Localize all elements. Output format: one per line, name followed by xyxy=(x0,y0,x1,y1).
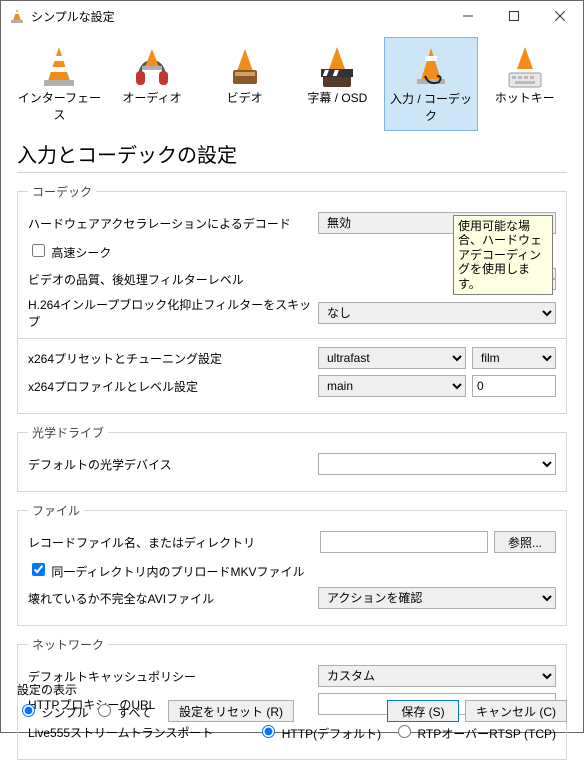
damaged-select[interactable]: アクションを確認 xyxy=(318,587,556,609)
film-icon xyxy=(198,41,291,89)
damaged-label: 壊れているか不完全なAVIファイル xyxy=(28,590,318,607)
tab-input-codec[interactable]: 入力 / コーデック xyxy=(384,37,479,131)
x264level-input[interactable] xyxy=(472,375,556,397)
minimize-button[interactable] xyxy=(445,1,491,31)
cone-icon xyxy=(13,41,106,89)
maximize-button[interactable] xyxy=(491,1,537,31)
tab-video[interactable]: ビデオ xyxy=(198,37,291,131)
all-radio[interactable]: すべて xyxy=(93,701,152,721)
headphones-icon xyxy=(106,41,199,89)
tooltip: 使用可能な場合、ハードウェアデコーディングを使用します。 xyxy=(453,215,553,295)
category-tabs: インターフェース オーディオ ビデオ 字幕 / OSD 入力 / コーデック ホ… xyxy=(13,37,571,131)
x264preset-select[interactable]: ultrafast xyxy=(318,347,466,369)
file-legend: ファイル xyxy=(28,502,84,519)
preload-checkbox[interactable]: 同一ディレクトリ内のプリロードMKVファイル xyxy=(28,560,305,580)
tab-interface[interactable]: インターフェース xyxy=(13,37,106,131)
tab-subtitle[interactable]: 字幕 / OSD xyxy=(291,37,384,131)
codec-legend: コーデック xyxy=(28,183,96,200)
tab-audio[interactable]: オーディオ xyxy=(106,37,199,131)
cache-select[interactable]: カスタム xyxy=(318,665,556,687)
simple-radio[interactable]: シンプル xyxy=(17,701,89,721)
x264profile-label: x264プロファイルとレベル設定 xyxy=(28,378,318,395)
save-button[interactable]: 保存 (S) xyxy=(387,700,459,722)
display-label: 設定の表示 xyxy=(17,681,77,698)
window-title: シンプルな設定 xyxy=(31,8,445,25)
h264-select[interactable]: なし xyxy=(318,302,556,324)
optical-group: 光学ドライブ デフォルトの光学デバイス xyxy=(17,424,567,492)
divider xyxy=(17,172,567,173)
h264-label: H.264インループブロック化抑止フィルターをスキップ xyxy=(28,296,318,330)
close-button[interactable] xyxy=(537,1,583,31)
optical-label: デフォルトの光学デバイス xyxy=(28,456,318,473)
clapper-icon xyxy=(291,41,384,89)
browse-button[interactable]: 参照... xyxy=(494,531,556,553)
cancel-button[interactable]: キャンセル (C) xyxy=(465,700,567,722)
app-icon xyxy=(9,8,25,24)
reset-button[interactable]: 設定をリセット (R) xyxy=(168,700,294,722)
hwdecode-label: ハードウェアアクセラレーションによるデコード xyxy=(28,215,318,232)
title-bar: シンプルな設定 xyxy=(1,1,583,31)
network-legend: ネットワーク xyxy=(28,636,108,653)
optical-legend: 光学ドライブ xyxy=(28,424,108,441)
record-label: レコードファイル名、またはディレクトリ xyxy=(28,534,320,551)
optical-select[interactable] xyxy=(318,453,556,475)
file-group: ファイル レコードファイル名、またはディレクトリ 参照... 同一ディレクトリ内… xyxy=(17,502,567,626)
quality-label: ビデオの品質、後処理フィルターレベル xyxy=(28,271,492,288)
tab-hotkey[interactable]: ホットキー xyxy=(478,37,571,131)
divider xyxy=(18,338,566,339)
page-title: 入力とコーデックの設定 xyxy=(17,139,567,168)
x264preset-label: x264プリセットとチューニング設定 xyxy=(28,350,318,367)
cone-gears-icon xyxy=(385,42,478,90)
keyboard-icon xyxy=(478,41,571,89)
x264profile-select[interactable]: main xyxy=(318,375,466,397)
record-input[interactable] xyxy=(320,531,488,553)
bottom-bar: 設定の表示 シンプル すべて 設定をリセット (R) 保存 (S) キャンセル … xyxy=(1,692,583,732)
fastseek-checkbox[interactable]: 高速シーク xyxy=(28,241,111,261)
x264tune-select[interactable]: film xyxy=(472,347,556,369)
